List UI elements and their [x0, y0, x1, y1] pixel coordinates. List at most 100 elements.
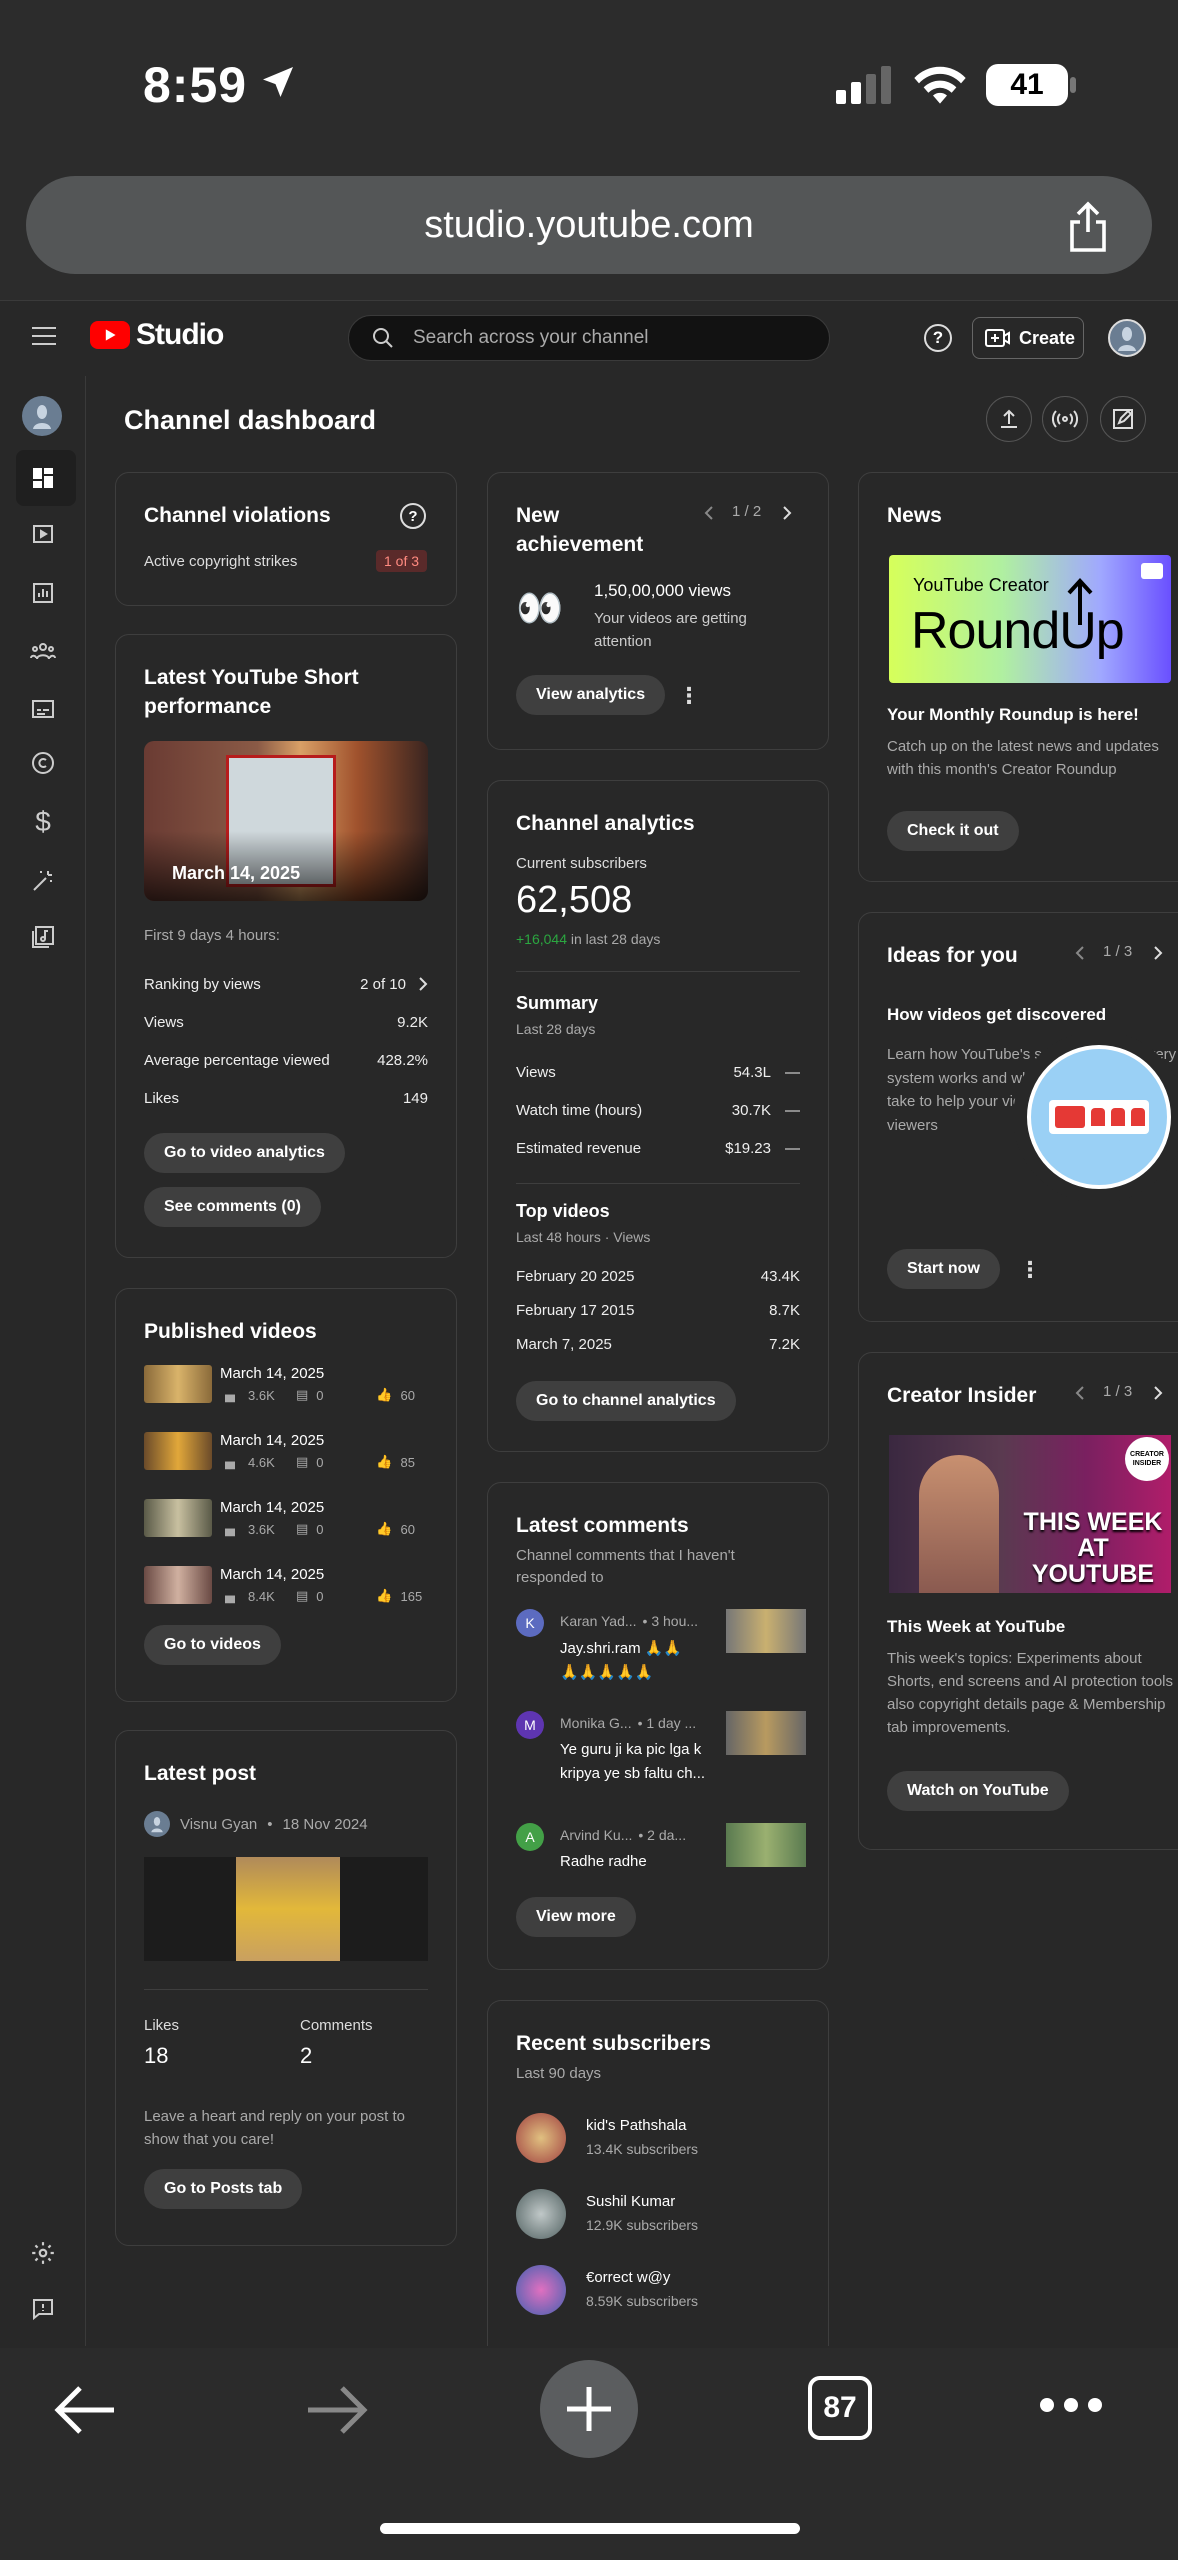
watch-on-youtube-button[interactable]: Watch on YouTube: [887, 1771, 1069, 1811]
summary-period: Last 28 days: [516, 1021, 596, 1037]
summary-row[interactable]: Views 54.3L —: [516, 1053, 800, 1091]
chevron-right-icon: [418, 976, 428, 992]
comments-subtitle: Channel comments that I haven't responde…: [516, 1547, 735, 1586]
start-now-button[interactable]: Start now: [887, 1249, 1000, 1289]
search-bar[interactable]: Search across your channel: [348, 315, 830, 361]
comment-time: • 2 da...: [638, 1827, 687, 1843]
top-video-row[interactable]: February 20 2025 43.4K: [516, 1259, 800, 1293]
search-icon: [371, 326, 395, 350]
ideas-prev-icon[interactable]: [1075, 945, 1085, 961]
go-to-posts-tab-button[interactable]: Go to Posts tab: [144, 2169, 303, 2209]
stat-row-ranking[interactable]: Ranking by views 2 of 10: [144, 965, 428, 1003]
sidebar-content-icon[interactable]: [28, 519, 58, 549]
summary-table: Views 54.3L — Watch time (hours) 30.7K — Est…: [516, 1053, 800, 1167]
go-to-video-analytics-button[interactable]: Go to video analytics: [144, 1133, 345, 1173]
back-icon[interactable]: [52, 2384, 118, 2436]
summary-value: 30.7K: [731, 1101, 771, 1119]
sidebar-copyright-icon[interactable]: [28, 748, 58, 778]
post-image[interactable]: [144, 1857, 428, 1961]
subscriber-item[interactable]: €orrect w@y 8.59K subscribers: [516, 2265, 806, 2325]
go-to-channel-analytics-button[interactable]: Go to channel analytics: [516, 1381, 736, 1421]
dashboard-icon: [28, 463, 58, 493]
subscriber-name: kid's Pathshala: [586, 2117, 687, 2134]
insider-thumbnail[interactable]: CREATOR INSIDER THIS WEEK AT YOUTUBE: [889, 1435, 1171, 1593]
upload-button[interactable]: [986, 396, 1032, 442]
comment-text-2: 🙏🙏🙏🙏🙏: [560, 1664, 654, 1681]
top-video-row[interactable]: March 7, 2025 7.2K: [516, 1327, 800, 1361]
tabs-button[interactable]: 87: [808, 2376, 872, 2440]
sidebar-community-icon[interactable]: [28, 636, 58, 666]
insider-prev-icon[interactable]: [1075, 1385, 1085, 1401]
create-label: Create: [1019, 327, 1076, 348]
sidebar-earn-icon[interactable]: $: [28, 806, 58, 837]
post-note: Leave a heart and reply on your post to …: [144, 2108, 406, 2148]
analytics-divider-2: [516, 1183, 800, 1184]
list-item[interactable]: March 14, 2025 ▗▖ 3.6K ▤ 0 👍 60: [144, 1365, 434, 1432]
ideas-more-options-icon[interactable]: ⋮: [1019, 1257, 1041, 1283]
go-to-videos-button[interactable]: Go to videos: [144, 1625, 281, 1665]
achievement-next-icon[interactable]: [782, 505, 792, 521]
location-arrow-icon: [258, 62, 298, 102]
summary-row[interactable]: Watch time (hours) 30.7K —: [516, 1091, 800, 1129]
see-comments-button[interactable]: See comments (0): [144, 1187, 321, 1227]
comment-item[interactable]: A Arvind Ku... • 2 da... Radhe radhe: [516, 1823, 806, 1893]
share-icon[interactable]: [1064, 200, 1112, 254]
comment-item[interactable]: K Karan Yad... • 3 hou... Jay.shri.ram 🙏🙏…: [516, 1609, 806, 1709]
help-icon[interactable]: ?: [924, 324, 952, 352]
settings-icon[interactable]: [28, 2238, 58, 2268]
top-video-row[interactable]: February 17 2015 8.7K: [516, 1293, 800, 1327]
summary-row[interactable]: Estimated revenue $19.23 —: [516, 1129, 800, 1167]
url-text: studio.youtube.com: [424, 203, 754, 246]
analytics-divider: [516, 971, 800, 972]
list-item[interactable]: March 14, 2025 ▗▖ 4.6K ▤ 0 👍 85: [144, 1432, 434, 1499]
stat-value: 9.2K: [397, 1013, 428, 1031]
more-options-icon[interactable]: ⋮: [678, 683, 700, 709]
ideas-next-icon[interactable]: [1153, 945, 1163, 961]
violations-title: Channel violations: [144, 504, 331, 527]
subscriber-item[interactable]: Sushil Kumar 12.9K subscribers: [516, 2189, 806, 2249]
view-analytics-button[interactable]: View analytics: [516, 675, 666, 715]
news-title: News: [887, 504, 942, 527]
comment-video-thumb: [726, 1711, 806, 1755]
create-post-button[interactable]: [1100, 396, 1146, 442]
menu-icon[interactable]: [32, 325, 58, 347]
commenter-name: Karan Yad...: [560, 1613, 637, 1629]
account-avatar[interactable]: [1108, 319, 1146, 357]
more-menu-icon[interactable]: [1040, 2398, 1102, 2412]
sidebar-customization-icon[interactable]: [28, 866, 58, 896]
address-bar[interactable]: studio.youtube.com: [26, 176, 1152, 274]
new-tab-button[interactable]: [540, 2360, 638, 2458]
violations-help-icon[interactable]: ?: [400, 503, 426, 529]
studio-logo[interactable]: Studio: [90, 318, 224, 352]
video-views: 8.4K: [248, 1588, 275, 1604]
insider-pager: 1 / 3: [1103, 1383, 1133, 1400]
sidebar-subtitles-icon[interactable]: [28, 694, 58, 724]
go-live-button[interactable]: [1042, 396, 1088, 442]
sidebar-analytics-icon[interactable]: [28, 578, 58, 608]
tab-count: 87: [823, 2391, 857, 2424]
wifi-icon: [912, 64, 968, 106]
forward-icon[interactable]: [304, 2384, 370, 2436]
list-item[interactable]: March 14, 2025 ▗▖ 3.6K ▤ 0 👍 60: [144, 1499, 434, 1566]
view-more-button[interactable]: View more: [516, 1897, 636, 1937]
insider-thumb-badge: CREATOR INSIDER: [1125, 1437, 1169, 1481]
feedback-icon[interactable]: [28, 2294, 58, 2324]
sidebar-channel-avatar[interactable]: [22, 396, 62, 436]
insider-next-icon[interactable]: [1153, 1385, 1163, 1401]
list-item[interactable]: March 14, 2025 ▗▖ 8.4K ▤ 0 👍 165: [144, 1566, 434, 1633]
achievement-title: New achievement: [516, 504, 644, 556]
subscriber-item[interactable]: kid's Pathshala 13.4K subscribers: [516, 2113, 806, 2173]
achievement-prev-icon[interactable]: [704, 505, 714, 521]
short-thumbnail[interactable]: March 14, 2025: [144, 741, 428, 901]
ideas-pager: 1 / 3: [1103, 943, 1133, 960]
comment-item[interactable]: M Monika G... • 1 day ... Ye guru ji ka p…: [516, 1711, 806, 1811]
post-author: Visnu Gyan: [180, 1815, 258, 1833]
upload-icon: [998, 408, 1020, 430]
stat-row-views: Views 9.2K: [144, 1003, 428, 1041]
check-it-out-button[interactable]: Check it out: [887, 811, 1019, 851]
create-button[interactable]: Create: [972, 317, 1084, 359]
top-videos-period: Last 48 hours · Views: [516, 1229, 651, 1245]
news-banner[interactable]: YouTube Creator RoundUp: [889, 555, 1171, 683]
sidebar-audio-library-icon[interactable]: [28, 922, 58, 952]
news-desc: Catch up on the latest news and updates …: [887, 738, 1159, 778]
